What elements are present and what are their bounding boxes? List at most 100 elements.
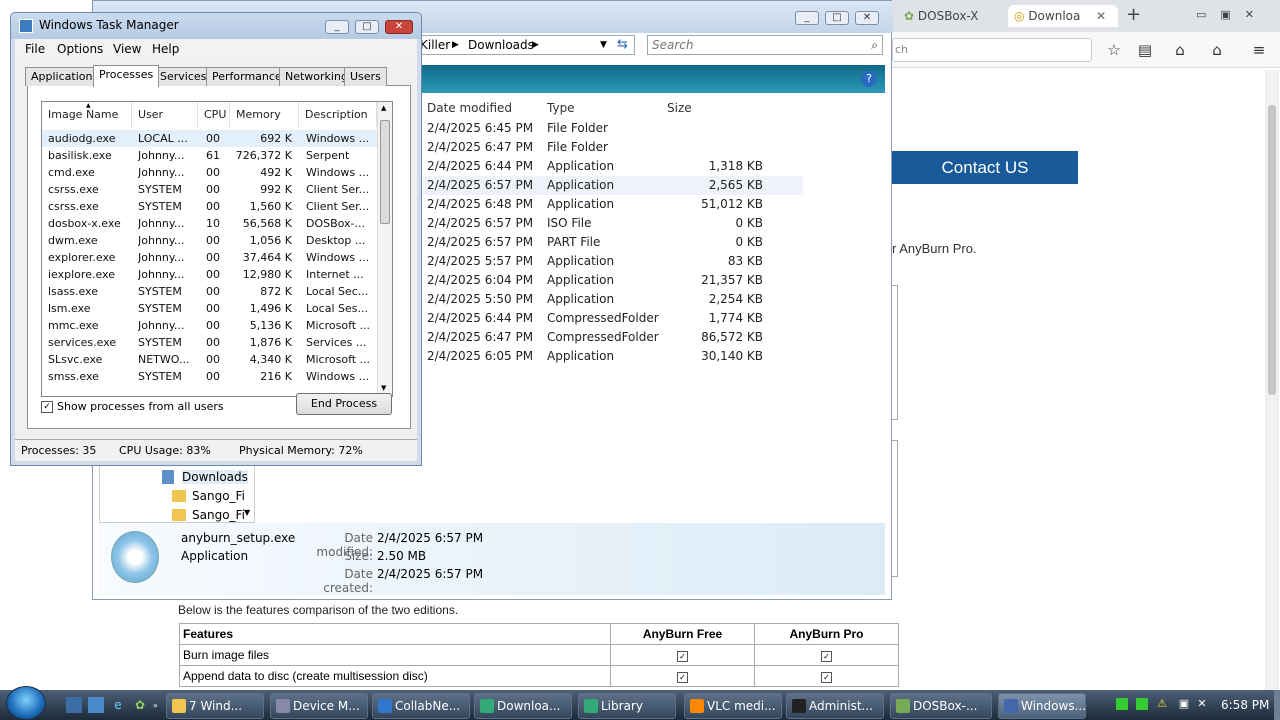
- process-row[interactable]: iexplore.exe Johnny... 00 12,980 K Internet …: [42, 266, 377, 283]
- process-row[interactable]: SLsvc.exe NETWO... 00 4,340 K Microsoft ...: [42, 351, 377, 368]
- menu-view[interactable]: View: [113, 39, 141, 59]
- taskbar-button[interactable]: VLC medi...: [684, 693, 782, 719]
- column-cpu[interactable]: CPU: [198, 102, 230, 128]
- file-row[interactable]: 2/4/2025 6:05 PM Application 30,140 KB: [423, 347, 803, 366]
- process-row[interactable]: csrss.exe SYSTEM 00 1,560 K Client Ser...: [42, 198, 377, 215]
- page-scrollbar[interactable]: [1265, 70, 1279, 690]
- task-manager-title-bar[interactable]: Windows Task Manager _ □ ✕: [11, 13, 421, 39]
- scrollbar-thumb[interactable]: [1268, 105, 1276, 395]
- taskbar-button[interactable]: CollabNe...: [372, 693, 470, 719]
- search-icon[interactable]: ⌕: [871, 36, 878, 54]
- close-tab-icon[interactable]: ✕: [1096, 9, 1106, 23]
- process-row[interactable]: dosbox-x.exe Johnny... 10 56,568 K DOSBox-..…: [42, 215, 377, 232]
- home-icon[interactable]: ⌂: [1207, 40, 1227, 60]
- process-row[interactable]: mmc.exe Johnny... 00 5,136 K Microsoft ...: [42, 317, 377, 334]
- process-row[interactable]: audiodg.exe LOCAL ... 00 692 K Windows ...: [42, 130, 377, 147]
- file-row[interactable]: 2/4/2025 6:04 PM Application 21,357 KB: [423, 271, 803, 290]
- file-row[interactable]: 2/4/2025 6:47 PM CompressedFolder 86,572 K…: [423, 328, 803, 347]
- column-date-modified[interactable]: Date modified: [427, 99, 512, 117]
- taskbar-button[interactable]: Downloa...: [474, 693, 572, 719]
- scrollbar-thumb[interactable]: [380, 120, 390, 224]
- scroll-down-icon[interactable]: ▼: [244, 508, 250, 517]
- show-desktop-button[interactable]: [1274, 690, 1280, 720]
- column-memory[interactable]: Memory (...: [230, 102, 299, 147]
- process-row[interactable]: cmd.exe Johnny... 00 492 K Windows ...: [42, 164, 377, 181]
- process-row[interactable]: smss.exe SYSTEM 00 216 K Windows ...: [42, 368, 377, 385]
- process-row[interactable]: services.exe SYSTEM 00 1,876 K Services ...: [42, 334, 377, 351]
- breadcrumb-item[interactable]: Killer: [420, 36, 450, 54]
- minimize-icon[interactable]: _: [795, 11, 819, 25]
- tab-processes[interactable]: Processes: [93, 65, 160, 87]
- process-row[interactable]: basilisk.exe Johnny... 61 726,372 K Serpent: [42, 147, 377, 164]
- chevron-down-icon[interactable]: ▼: [600, 36, 607, 54]
- scroll-up-icon[interactable]: ▲: [381, 104, 386, 112]
- file-row[interactable]: 2/4/2025 6:44 PM Application 1,318 KB: [423, 157, 803, 176]
- scroll-down-icon[interactable]: ▼: [381, 384, 386, 392]
- maximize-icon[interactable]: □: [355, 20, 379, 34]
- quicklaunch-chevron-icon[interactable]: »: [153, 701, 158, 710]
- file-row[interactable]: 2/4/2025 6:57 PM Application 2,565 KB: [423, 176, 803, 195]
- tab-performance[interactable]: Performance: [206, 67, 288, 86]
- close-icon[interactable]: ✕: [855, 11, 879, 25]
- process-row[interactable]: lsass.exe SYSTEM 00 872 K Local Sec...: [42, 283, 377, 300]
- file-row[interactable]: 2/4/2025 6:48 PM Application 51,012 KB: [423, 195, 803, 214]
- browser-tab-downloads[interactable]: ◎ Downloa ✕: [1008, 5, 1118, 27]
- minimize-icon[interactable]: _: [325, 20, 349, 34]
- search-input[interactable]: Search ⌕: [647, 35, 883, 55]
- reading-list-icon[interactable]: ▤: [1135, 40, 1155, 60]
- help-icon[interactable]: ?: [861, 71, 877, 87]
- file-row[interactable]: 2/4/2025 6:44 PM CompressedFolder 1,774 KB: [423, 309, 803, 328]
- column-description[interactable]: Description: [299, 102, 377, 128]
- new-tab-icon[interactable]: +: [1126, 4, 1141, 25]
- explorer-address-bar[interactable]: Killer ▶ Downloads ▶ ▼: [415, 35, 635, 55]
- column-size[interactable]: Size: [667, 99, 692, 117]
- column-user-name[interactable]: User Name: [132, 102, 198, 147]
- browser-address-bar[interactable]: ch: [892, 38, 1092, 62]
- file-row[interactable]: 2/4/2025 6:57 PM ISO File 0 KB: [423, 214, 803, 233]
- show-desktop-icon[interactable]: [66, 697, 82, 713]
- menu-icon[interactable]: ≡: [1249, 40, 1269, 60]
- column-type[interactable]: Type: [547, 99, 575, 117]
- file-row[interactable]: 2/4/2025 6:45 PM File Folder: [423, 119, 803, 138]
- close-icon[interactable]: ✕: [385, 20, 413, 34]
- file-row[interactable]: 2/4/2025 5:57 PM Application 83 KB: [423, 252, 803, 271]
- nav-item-folder[interactable]: Sango_Fi: [192, 508, 245, 522]
- internet-explorer-icon[interactable]: e: [110, 697, 126, 713]
- star-icon[interactable]: ☆: [1104, 40, 1124, 60]
- process-list-scrollbar[interactable]: ▲ ▼: [377, 102, 392, 396]
- tab-services[interactable]: Services: [154, 67, 213, 86]
- tab-networking[interactable]: Networking: [279, 67, 354, 86]
- browser-window-controls[interactable]: ▭▣✕: [1196, 8, 1268, 21]
- contact-us-button[interactable]: Contact US: [892, 151, 1078, 184]
- nav-item-folder[interactable]: Sango_Fi: [192, 489, 245, 503]
- menu-help[interactable]: Help: [152, 39, 179, 59]
- process-row[interactable]: dwm.exe Johnny... 00 1,056 K Desktop ...: [42, 232, 377, 249]
- safely-remove-icon[interactable]: ⚠: [1156, 698, 1168, 710]
- process-row[interactable]: csrss.exe SYSTEM 00 992 K Client Ser...: [42, 181, 377, 198]
- app-quicklaunch-icon[interactable]: ✿: [132, 697, 148, 713]
- tray-app-icon[interactable]: [1136, 698, 1148, 710]
- clock[interactable]: 6:58 PM: [1221, 698, 1269, 712]
- taskbar-button[interactable]: Library: [578, 693, 676, 719]
- taskbar-button[interactable]: DOSBox-...: [890, 693, 992, 719]
- taskbar-button[interactable]: Device M...: [270, 693, 368, 719]
- refresh-icon[interactable]: ⇆: [617, 37, 628, 52]
- file-row[interactable]: 2/4/2025 6:57 PM PART File 0 KB: [423, 233, 803, 252]
- end-process-button[interactable]: End Process: [296, 393, 392, 415]
- network-status-icon[interactable]: [1116, 698, 1128, 710]
- menu-file[interactable]: File: [25, 39, 45, 59]
- profile-icon[interactable]: ⌂: [1170, 40, 1190, 60]
- file-row[interactable]: 2/4/2025 5:50 PM Application 2,254 KB: [423, 290, 803, 309]
- taskbar-button[interactable]: Administ...: [786, 693, 884, 719]
- maximize-icon[interactable]: □: [825, 11, 849, 25]
- browser-tab-dosbox[interactable]: ✿ DOSBox-X: [904, 5, 1004, 27]
- nav-item-downloads[interactable]: Downloads: [182, 470, 248, 484]
- network-icon[interactable]: ▣: [1178, 698, 1190, 710]
- tab-users[interactable]: Users: [344, 67, 387, 86]
- show-all-users-checkbox[interactable]: ✓: [41, 401, 53, 413]
- volume-muted-icon[interactable]: ✕: [1196, 698, 1208, 710]
- process-row[interactable]: lsm.exe SYSTEM 00 1,496 K Local Ses...: [42, 300, 377, 317]
- menu-options[interactable]: Options: [57, 39, 103, 59]
- file-row[interactable]: 2/4/2025 6:47 PM File Folder: [423, 138, 803, 157]
- taskbar-button[interactable]: 7 Wind...: [166, 693, 264, 719]
